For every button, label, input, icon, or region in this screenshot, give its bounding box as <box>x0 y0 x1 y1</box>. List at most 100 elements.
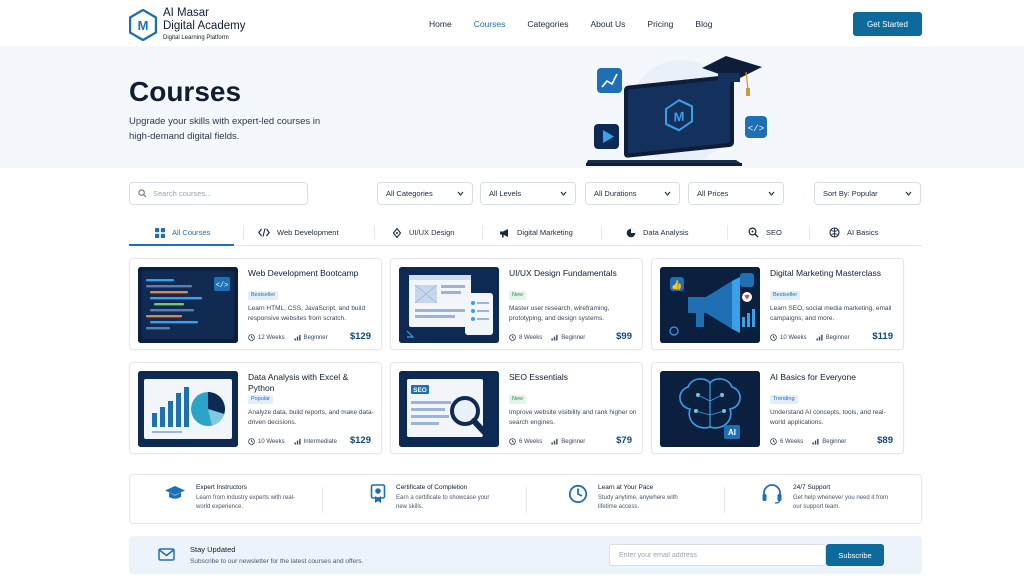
tab-divider <box>601 225 602 240</box>
course-title[interactable]: Digital Marketing Masterclass <box>770 268 898 279</box>
duration-filter-value: All Durations <box>594 189 637 198</box>
page-subtitle: Upgrade your skills with expert-led cour… <box>129 116 321 142</box>
brand-name: AI Masar <box>163 7 210 19</box>
course-thumbnail: </> <box>138 267 238 343</box>
course-title[interactable]: SEO Essentials <box>509 372 637 383</box>
clock-icon <box>568 484 588 504</box>
course-thumbnail <box>138 371 238 447</box>
tab-ai-basics[interactable]: AI Basics <box>829 219 878 246</box>
course-price: $129 <box>349 435 371 446</box>
course-thumbnail: 👍 <box>660 267 760 343</box>
chevron-down-icon <box>905 191 912 196</box>
course-price: $129 <box>349 331 371 342</box>
clock-icon <box>248 334 255 341</box>
category-filter-value: All Categories <box>386 189 433 198</box>
status-badge: Trending <box>770 395 798 404</box>
laptop-graduation-illustration: M </> <box>586 56 767 166</box>
course-description: Learn HTML, CSS, JavaScript, and build r… <box>248 305 366 322</box>
course-title[interactable]: UI/UX Design Fundamentals <box>509 268 637 279</box>
feature-learn-at-your-pace: Learn at Your Pace Study anytime, anywhe… <box>568 484 698 516</box>
course-card-ai-basics[interactable]: AI AI Basics for Everyone Trending Under… <box>651 362 904 454</box>
level-filter-dropdown[interactable]: All Levels <box>480 182 576 205</box>
tab-ui-ux-design[interactable]: UI/UX Design <box>392 219 454 246</box>
course-card-ui-ux-design[interactable]: UI/UX Design Fundamentals New Master use… <box>390 258 643 350</box>
course-title[interactable]: Data Analysis with Excel & Python <box>248 372 376 394</box>
search-icon <box>138 189 147 198</box>
tab-all-courses[interactable]: All Courses <box>155 219 210 246</box>
page-title: Courses <box>129 76 242 107</box>
course-title[interactable]: Web Development Bootcamp <box>248 268 376 279</box>
nav-link-home[interactable]: Home <box>429 19 452 29</box>
tab-divider <box>243 225 244 240</box>
headset-icon <box>762 484 782 504</box>
feature-title: 24/7 Support <box>793 484 831 491</box>
ai-brain-icon: AI <box>660 371 760 447</box>
tab-label: SEO <box>766 228 782 237</box>
sort-dropdown[interactable]: Sort By: Popular <box>814 182 921 205</box>
course-meta: 10 Weeks Beginner <box>770 334 859 341</box>
subscribe-button[interactable]: Subscribe <box>826 544 884 566</box>
feature-desc: Earn a certificate to showcase your new … <box>396 495 490 510</box>
seo-thumb-label: SEO <box>413 387 427 394</box>
tab-label: UI/UX Design <box>409 228 455 237</box>
course-price: $119 <box>872 331 893 342</box>
level-bars-icon <box>812 438 819 445</box>
tab-data-analysis[interactable]: Data Analysis <box>626 219 688 246</box>
nav-link-about-us[interactable]: About Us <box>590 19 625 29</box>
email-field[interactable] <box>609 544 826 566</box>
newsletter-title: Stay Updated <box>190 545 236 554</box>
tab-digital-marketing[interactable]: Digital Marketing <box>499 219 573 246</box>
get-started-button[interactable]: Get Started <box>853 12 922 36</box>
course-description: Understand AI concepts, tools, and real-… <box>770 409 886 426</box>
course-level: Beginner <box>825 334 850 341</box>
course-price: $89 <box>877 435 893 446</box>
course-title[interactable]: AI Basics for Everyone <box>770 372 898 383</box>
code-editor-icon: </> <box>138 267 238 343</box>
course-description: Improve website visibility and rank high… <box>509 409 637 426</box>
tab-seo[interactable]: SEO <box>748 219 782 246</box>
tab-web-development[interactable]: Web Development <box>258 219 339 246</box>
course-meta: 10 Weeks Intermediate <box>248 438 346 445</box>
feature-divider <box>322 487 323 513</box>
newsletter-description: Subscribe to our newsletter for the late… <box>190 558 364 565</box>
category-filter-dropdown[interactable]: All Categories <box>377 182 473 205</box>
course-card-web-development[interactable]: </> Web Development Bootcamp Bestseller … <box>129 258 382 350</box>
category-tabs: All Courses Web Development UI/UX Design… <box>129 219 922 246</box>
price-filter-value: All Prices <box>697 189 729 198</box>
brand[interactable]: M AI Masar Digital Academy Digital Learn… <box>129 7 245 41</box>
course-card-seo[interactable]: SEO SEO Essentials New Improve website v… <box>390 362 643 454</box>
nav-link-pricing[interactable]: Pricing <box>647 19 673 29</box>
tab-divider <box>374 225 375 240</box>
course-description: Learn SEO, social media marketing, email… <box>770 305 892 322</box>
tab-divider <box>809 225 810 240</box>
search-box[interactable] <box>129 182 308 205</box>
duration-filter-dropdown[interactable]: All Durations <box>585 182 680 205</box>
clock-icon <box>770 438 777 445</box>
search-input[interactable] <box>153 189 293 198</box>
course-price: $99 <box>616 331 632 342</box>
course-card-digital-marketing[interactable]: 👍 Digital Marketing Masterclass Bestsell… <box>651 258 904 350</box>
feature-title: Certificate of Completion <box>396 484 468 491</box>
nav-link-courses[interactable]: Courses <box>474 19 506 29</box>
nav-link-blog[interactable]: Blog <box>695 19 712 29</box>
clock-icon <box>248 438 255 445</box>
megaphone-icon: 👍 <box>660 267 760 343</box>
course-level: Beginner <box>561 438 586 445</box>
feature-desc: Study anytime, anywhere with lifetime ac… <box>598 495 678 510</box>
course-meta: 12 Weeks Beginner <box>248 334 337 341</box>
nav-link-categories[interactable]: Categories <box>527 19 568 29</box>
price-filter-dropdown[interactable]: All Prices <box>688 182 784 205</box>
feature-divider <box>526 487 527 513</box>
active-tab-indicator <box>129 244 234 246</box>
feature-support: 24/7 Support Get help whenever you need … <box>761 484 893 516</box>
logo-letter: M <box>138 18 149 33</box>
level-filter-value: All Levels <box>489 189 522 198</box>
status-badge: New <box>509 395 527 404</box>
course-card-data-analysis[interactable]: Data Analysis with Excel & Python Popula… <box>129 362 382 454</box>
status-badge: Bestseller <box>248 291 279 300</box>
code-icon <box>258 228 270 237</box>
course-duration: 12 Weeks <box>258 334 285 341</box>
feature-title: Learn at Your Pace <box>598 484 654 491</box>
seo-magnifier-icon: SEO <box>399 371 499 447</box>
course-description: Analyze data, build reports, and make da… <box>248 409 374 426</box>
